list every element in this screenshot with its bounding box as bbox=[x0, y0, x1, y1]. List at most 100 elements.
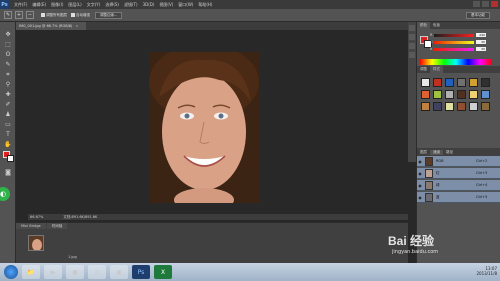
start-button-icon[interactable] bbox=[4, 265, 18, 279]
menu-window[interactable]: 窗口(W) bbox=[178, 2, 193, 8]
history-icon[interactable] bbox=[409, 25, 415, 31]
style-swatch[interactable] bbox=[433, 78, 442, 87]
eyedropper-tool-icon[interactable]: ⚲ bbox=[3, 80, 13, 89]
blue-value[interactable]: 30 bbox=[476, 47, 486, 51]
style-swatch[interactable] bbox=[457, 78, 466, 87]
background-color-swatch[interactable] bbox=[7, 155, 14, 162]
style-swatch[interactable] bbox=[445, 102, 454, 111]
style-swatch[interactable] bbox=[469, 78, 478, 87]
brush-presets-icon[interactable] bbox=[409, 43, 415, 49]
system-tray-clock[interactable]: 13:07 2013/11/8 bbox=[476, 266, 497, 276]
red-slider[interactable]: R 240 bbox=[430, 33, 486, 37]
workspace-button[interactable]: 基本功能 bbox=[466, 12, 490, 19]
marquee-tool-icon[interactable]: ⬚ bbox=[3, 40, 13, 49]
menu-image[interactable]: 图像(I) bbox=[51, 2, 63, 8]
channel-row[interactable]: ◉ 绿 Ctrl+4 bbox=[417, 180, 500, 191]
visibility-eye-icon[interactable]: ◉ bbox=[417, 171, 423, 176]
menu-help[interactable]: 帮助(H) bbox=[198, 2, 212, 8]
green-slider[interactable]: G 30 bbox=[430, 40, 486, 44]
style-swatch-grid bbox=[421, 78, 490, 111]
style-swatch[interactable] bbox=[433, 90, 442, 99]
character-icon[interactable] bbox=[409, 52, 415, 58]
refine-edge-button[interactable]: 调整边缘... bbox=[95, 11, 123, 19]
red-value[interactable]: 240 bbox=[476, 33, 486, 37]
thumbnail-image bbox=[29, 236, 43, 250]
style-swatch[interactable] bbox=[457, 90, 466, 99]
style-swatch[interactable] bbox=[457, 102, 466, 111]
tab-styles[interactable]: 样式 bbox=[430, 66, 443, 73]
media-player-icon[interactable]: ▶ bbox=[44, 265, 62, 279]
image-viewer-icon[interactable]: ▣ bbox=[110, 265, 128, 279]
brush-tool-icon[interactable]: ✐ bbox=[3, 100, 13, 109]
style-swatch[interactable] bbox=[421, 102, 430, 111]
style-swatch[interactable] bbox=[481, 90, 490, 99]
menu-view[interactable]: 视图(V) bbox=[159, 2, 173, 8]
chrome-icon[interactable]: ◎ bbox=[88, 265, 106, 279]
portrait-image bbox=[149, 52, 260, 203]
menu-type[interactable]: 文字(Y) bbox=[87, 2, 101, 8]
quick-mask-icon[interactable]: ◙ bbox=[3, 168, 13, 177]
tab-timeline[interactable]: 时间轴 bbox=[46, 223, 68, 229]
zoom-level[interactable]: 66.67% bbox=[30, 215, 43, 219]
tab-mini-bridge[interactable]: Mini Bridge bbox=[16, 223, 46, 229]
channel-row[interactable]: ◉ 红 Ctrl+3 bbox=[417, 168, 500, 179]
move-tool-icon[interactable]: ✥ bbox=[3, 30, 13, 39]
style-swatch[interactable] bbox=[469, 102, 478, 111]
style-swatch[interactable] bbox=[445, 90, 454, 99]
style-swatch[interactable] bbox=[481, 102, 490, 111]
portrait-photo[interactable] bbox=[149, 52, 260, 203]
channel-row[interactable]: ◉ RGB Ctrl+2 bbox=[417, 156, 500, 167]
excel-icon[interactable]: X bbox=[154, 265, 172, 279]
app-icon[interactable]: ● bbox=[66, 265, 84, 279]
photoshop-taskbar-icon[interactable]: Ps bbox=[132, 265, 150, 279]
lasso-tool-icon[interactable]: ʘ bbox=[3, 50, 13, 59]
quick-select-tool-icon[interactable]: ✎ bbox=[4, 11, 12, 19]
sample-all-layers-checkbox[interactable] bbox=[41, 13, 45, 17]
menu-layer[interactable]: 图层(L) bbox=[68, 2, 81, 8]
close-icon[interactable] bbox=[491, 1, 498, 7]
mini-bridge-thumbnail[interactable] bbox=[28, 235, 44, 251]
green-value[interactable]: 30 bbox=[476, 40, 486, 44]
minimize-icon[interactable] bbox=[473, 1, 480, 7]
menu-select[interactable]: 选择(S) bbox=[105, 2, 119, 8]
tab-layers[interactable]: 图层 bbox=[417, 150, 430, 155]
visibility-eye-icon[interactable]: ◉ bbox=[417, 183, 423, 188]
tab-paths[interactable]: 路径 bbox=[443, 150, 456, 155]
style-swatch[interactable] bbox=[421, 90, 430, 99]
menu-3d[interactable]: 3D(D) bbox=[143, 2, 155, 7]
blue-slider[interactable]: B 30 bbox=[430, 47, 486, 51]
green-assistant-icon[interactable]: ◐ bbox=[0, 187, 10, 201]
quick-select-tool-icon[interactable]: ✎ bbox=[3, 60, 13, 69]
menu-file[interactable]: 文件(F) bbox=[14, 2, 27, 8]
healing-brush-icon[interactable]: ✚ bbox=[3, 90, 13, 99]
tab-channels[interactable]: 通道 bbox=[430, 149, 443, 155]
subtract-selection-icon[interactable]: − bbox=[26, 11, 34, 19]
visibility-eye-icon[interactable]: ◉ bbox=[417, 159, 423, 164]
text-tool-icon[interactable]: T bbox=[3, 130, 13, 139]
clone-stamp-icon[interactable]: ♟ bbox=[3, 110, 13, 119]
auto-enhance-checkbox[interactable] bbox=[71, 13, 75, 17]
style-swatch[interactable] bbox=[445, 78, 454, 87]
channel-row[interactable]: ◉ 蓝 Ctrl+5 bbox=[417, 192, 500, 203]
menu-edit[interactable]: 编辑(E) bbox=[32, 2, 46, 8]
properties-icon[interactable] bbox=[409, 34, 415, 40]
hand-tool-icon[interactable]: ✋ bbox=[3, 140, 13, 149]
eraser-tool-icon[interactable]: ▭ bbox=[3, 120, 13, 129]
menu-filter[interactable]: 滤镜(T) bbox=[124, 2, 138, 8]
new-selection-icon[interactable]: + bbox=[15, 11, 23, 19]
close-tab-icon[interactable]: × bbox=[75, 24, 78, 28]
style-swatch[interactable] bbox=[433, 102, 442, 111]
tab-swatches[interactable]: 色板 bbox=[430, 22, 443, 29]
visibility-eye-icon[interactable]: ◉ bbox=[417, 195, 423, 200]
style-swatch[interactable] bbox=[481, 78, 490, 87]
tab-color[interactable]: 颜色 bbox=[417, 22, 430, 29]
color-spectrum[interactable] bbox=[420, 59, 492, 65]
document-tab[interactable]: IMG_001.jpg @ 66.7% (RGB/8) × bbox=[16, 22, 86, 30]
channel-thumbnail bbox=[425, 156, 433, 166]
explorer-icon[interactable]: 📁 bbox=[22, 265, 40, 279]
style-swatch[interactable] bbox=[469, 90, 478, 99]
style-swatch[interactable] bbox=[421, 78, 430, 87]
maximize-icon[interactable] bbox=[482, 1, 489, 7]
crop-tool-icon[interactable]: ⌗ bbox=[3, 70, 13, 79]
tab-adjustments[interactable]: 调整 bbox=[417, 66, 430, 73]
